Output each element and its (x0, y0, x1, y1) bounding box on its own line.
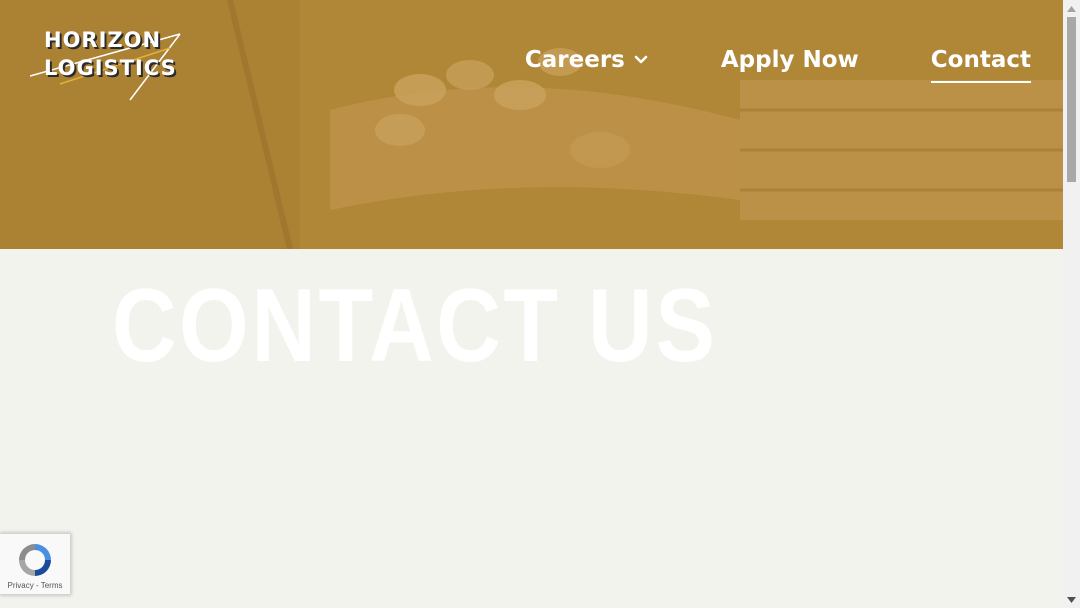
nav-contact-label: Contact (930, 47, 1031, 73)
nav-careers-label: Careers (524, 47, 625, 73)
logo-text-line1: HORIZON (44, 28, 162, 52)
page-title: CONTACT US (112, 268, 718, 384)
chevron-down-icon (634, 55, 648, 64)
scroll-down-arrow-icon[interactable] (1063, 591, 1080, 608)
recaptcha-links: Privacy - Terms (0, 581, 70, 590)
nav-careers[interactable]: Careers (525, 47, 649, 73)
logo[interactable]: HORIZON LOGISTICS (30, 26, 190, 106)
recaptcha-badge[interactable]: Privacy - Terms (0, 533, 71, 595)
recaptcha-terms-link[interactable]: Terms (41, 581, 63, 590)
logo-text-line2: LOGISTICS (44, 56, 177, 80)
recaptcha-icon (19, 544, 51, 576)
scrollbar-thumb[interactable] (1067, 17, 1076, 182)
nav-apply-now-label: Apply Now (720, 47, 859, 73)
nav-apply-now[interactable]: Apply Now (721, 47, 859, 73)
main-navigation: Careers Apply Now Contact (525, 42, 1032, 83)
scroll-up-arrow-icon[interactable] (1063, 0, 1080, 17)
hero-banner: HORIZON LOGISTICS Careers Apply Now Cont… (0, 0, 1063, 249)
vertical-scrollbar[interactable] (1063, 0, 1080, 608)
recaptcha-privacy-link[interactable]: Privacy (8, 581, 34, 590)
recaptcha-separator: - (33, 581, 41, 590)
nav-contact[interactable]: Contact (930, 47, 1032, 83)
